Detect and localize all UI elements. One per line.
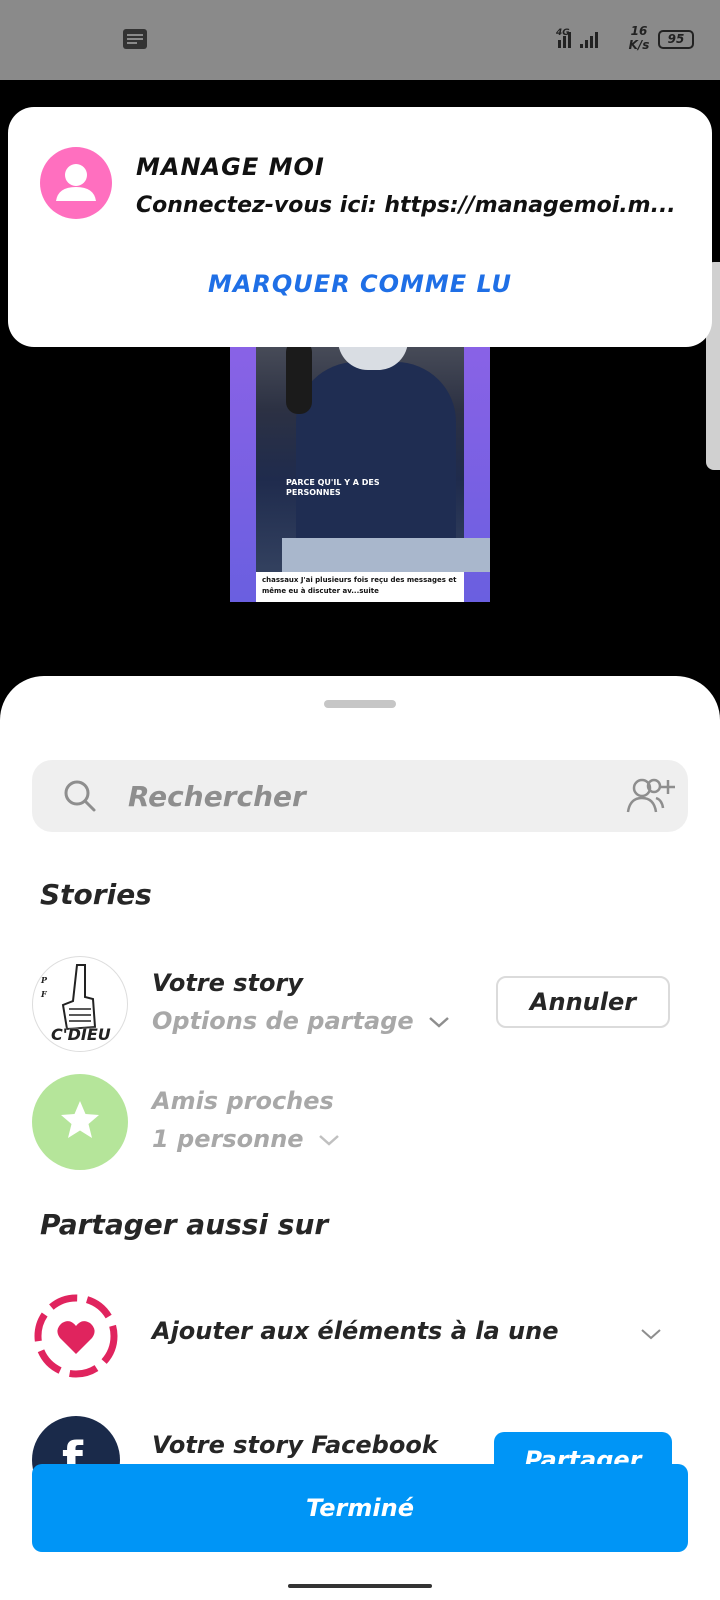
sharing-options-label: Options de partage bbox=[152, 1007, 414, 1035]
story-overlay-text: PARCE QU'IL Y A DES PERSONNES bbox=[286, 478, 380, 497]
share-sheet: Stories P F C'DIEU Votre story Options d… bbox=[0, 676, 720, 1600]
notification-title: MANAGE MOI bbox=[136, 153, 325, 181]
close-friends-count[interactable]: 1 personne bbox=[152, 1124, 340, 1154]
story-photo bbox=[256, 340, 490, 572]
cancel-button[interactable]: Annuler bbox=[496, 976, 670, 1028]
notification-card[interactable]: MANAGE MOI Connectez-vous ici: https://m… bbox=[8, 107, 712, 347]
search-input[interactable] bbox=[128, 760, 608, 832]
story-caption: chassaux J'ai plusieurs fois reçu des me… bbox=[256, 572, 464, 602]
svg-text:4G: 4G bbox=[556, 28, 570, 38]
notification-icon bbox=[122, 28, 148, 54]
person-sweater bbox=[296, 362, 456, 552]
status-bar: 4G 16 K/s 95 bbox=[0, 0, 720, 80]
network-speed: 16 K/s bbox=[628, 24, 650, 52]
star-icon bbox=[61, 1101, 99, 1138]
highlight-heart-icon bbox=[32, 1292, 120, 1384]
your-story-logo-text: C'DIEU bbox=[51, 1025, 111, 1044]
close-friends-title: Amis proches bbox=[152, 1087, 334, 1115]
stories-section-title: Stories bbox=[40, 878, 152, 911]
add-to-highlights-label[interactable]: Ajouter aux éléments à la une bbox=[152, 1316, 558, 1346]
your-story-avatar[interactable]: P F C'DIEU bbox=[32, 956, 128, 1052]
story-preview: PARCE QU'IL Y A DES PERSONNES chassaux J… bbox=[230, 340, 490, 602]
notification-avatar bbox=[40, 147, 112, 219]
facebook-story-label: Votre story Facebook bbox=[152, 1431, 438, 1459]
add-friends-icon[interactable] bbox=[626, 776, 676, 820]
mark-as-read-button[interactable]: MARQUER COMME LU bbox=[8, 269, 712, 299]
close-friends-avatar[interactable] bbox=[32, 1074, 128, 1170]
done-button[interactable]: Terminé bbox=[32, 1464, 688, 1552]
chevron-down-icon bbox=[319, 1135, 339, 1146]
microphone bbox=[286, 340, 312, 414]
battery-icon: 95 bbox=[658, 30, 694, 49]
chevron-down-icon bbox=[429, 1017, 449, 1028]
notification-body: Connectez-vous ici: https://managemoi.m.… bbox=[136, 193, 676, 218]
user-icon bbox=[56, 164, 96, 201]
person-legs bbox=[282, 538, 490, 572]
svg-text:P: P bbox=[40, 975, 48, 985]
chevron-down-icon[interactable] bbox=[640, 1326, 662, 1345]
svg-text:F: F bbox=[40, 989, 48, 999]
search-icon bbox=[62, 778, 98, 818]
signal-icon: 4G bbox=[555, 26, 618, 56]
also-share-section-title: Partager aussi sur bbox=[40, 1208, 329, 1241]
close-friends-count-label: 1 personne bbox=[152, 1125, 304, 1153]
search-bar[interactable] bbox=[32, 760, 688, 832]
home-indicator[interactable] bbox=[288, 1584, 432, 1588]
sheet-grabber[interactable] bbox=[324, 700, 396, 708]
sharing-options-link[interactable]: Options de partage bbox=[152, 1006, 450, 1036]
your-story-title: Votre story bbox=[152, 969, 303, 997]
